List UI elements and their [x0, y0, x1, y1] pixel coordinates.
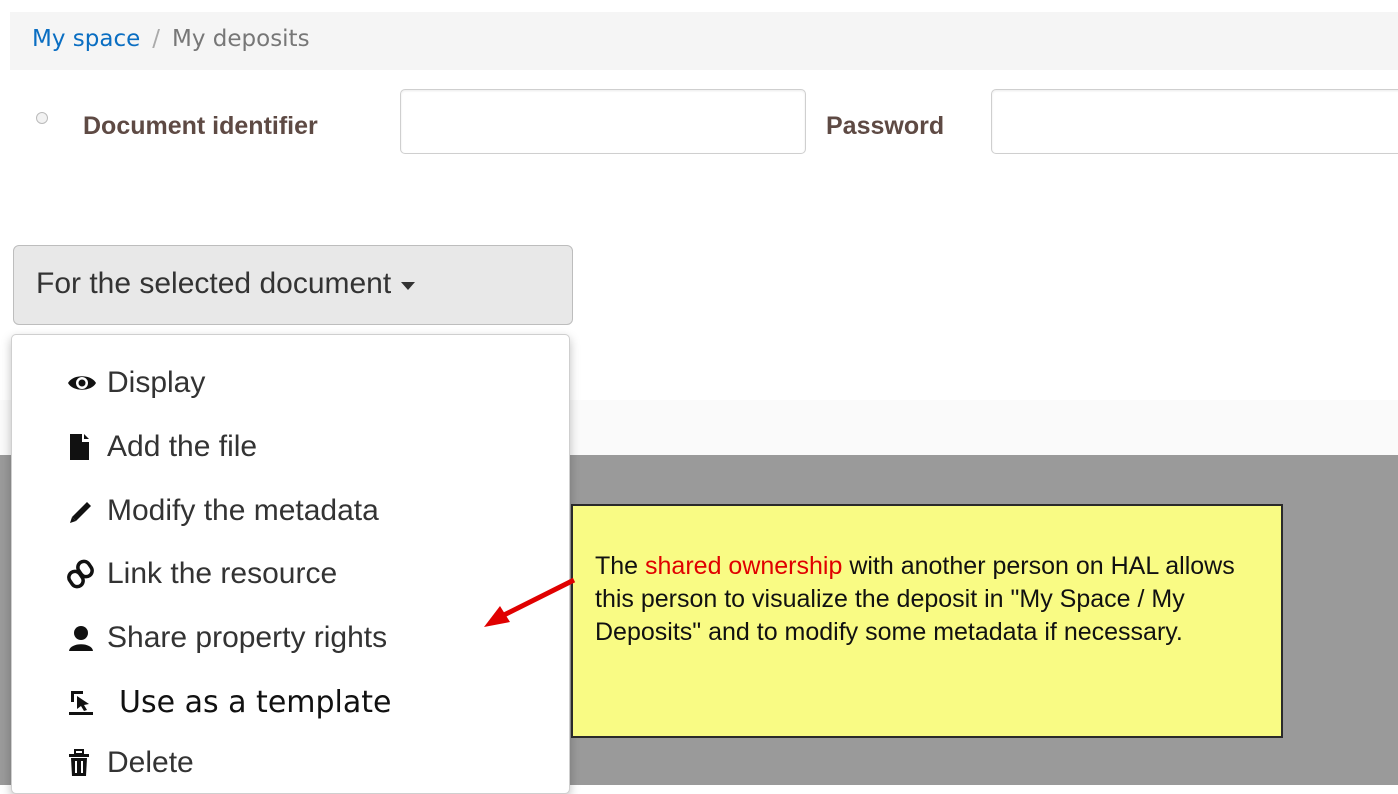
selected-document-dropdown-button[interactable]: For the selected document	[13, 245, 573, 325]
dropdown-button-label: For the selected document	[36, 267, 392, 300]
menu-item-label: Modify the metadata	[107, 494, 379, 527]
annotation-callout: The shared ownership with another person…	[571, 504, 1283, 738]
callout-highlight: shared ownership	[645, 552, 843, 580]
menu-item-use-as-template[interactable]: Use as a template	[67, 677, 391, 727]
breadcrumb-separator: /	[152, 26, 160, 52]
document-identifier-form: Document identifier Password	[10, 88, 1398, 158]
menu-item-add-file[interactable]: Add the file	[67, 422, 257, 472]
password-label: Password	[826, 112, 945, 140]
menu-item-label: Add the file	[107, 430, 258, 463]
menu-item-modify-metadata[interactable]: Modify the metadata	[67, 486, 379, 536]
menu-item-label: Link the resource	[107, 557, 338, 590]
document-identifier-label: Document identifier	[83, 112, 318, 140]
file-icon	[67, 431, 107, 463]
eye-icon	[67, 367, 107, 399]
trash-icon	[67, 747, 107, 779]
menu-item-delete[interactable]: Delete	[67, 738, 194, 788]
document-identifier-radio[interactable]	[36, 112, 48, 124]
password-input[interactable]	[991, 89, 1398, 154]
dropdown-menu: Display Add the file Modify the metadata…	[11, 334, 570, 794]
menu-item-label: Delete	[107, 746, 194, 779]
callout-arrow-icon	[484, 577, 576, 627]
menu-item-label: Display	[107, 366, 206, 399]
user-icon	[67, 622, 107, 654]
breadcrumb: My space / My deposits	[10, 12, 1398, 70]
document-identifier-input[interactable]	[400, 89, 806, 154]
template-icon	[67, 686, 107, 718]
menu-item-label: Share property rights	[107, 621, 388, 654]
pencil-icon	[67, 495, 107, 527]
link-icon	[67, 558, 107, 590]
breadcrumb-my-space-link[interactable]: My space	[32, 26, 140, 52]
breadcrumb-current: My deposits	[172, 26, 310, 52]
menu-item-label: Use as a template	[119, 684, 392, 720]
menu-item-display[interactable]: Display	[67, 358, 205, 408]
menu-item-share-property-rights[interactable]: Share property rights	[67, 613, 387, 663]
callout-text-before: The	[595, 552, 646, 580]
menu-item-link-resource[interactable]: Link the resource	[67, 549, 337, 599]
caret-down-icon	[401, 282, 416, 290]
